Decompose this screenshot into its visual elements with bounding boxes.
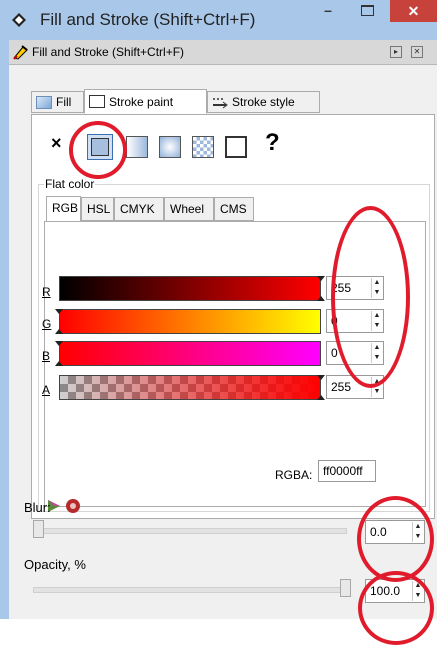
channel-g-slider[interactable] [55, 309, 321, 334]
opacity-slider-thumb[interactable] [340, 579, 351, 597]
dock-iconify-button[interactable]: ▸ [390, 46, 402, 58]
unset-paint-button[interactable]: ? [265, 129, 280, 157]
channel-b-slider[interactable] [55, 341, 321, 366]
tab-stroke-style[interactable]: Stroke style [207, 91, 320, 113]
blur-slider-thumb[interactable] [33, 520, 44, 538]
annotation-circle-blur [357, 496, 434, 582]
maximize-icon [360, 5, 374, 16]
window-title: Fill and Stroke (Shift+Ctrl+F) [40, 10, 256, 29]
channel-g-label: G [42, 317, 52, 331]
stroke-style-icon [213, 97, 228, 108]
annotation-circle-channel-values [331, 206, 410, 388]
tab-stroke-paint[interactable]: Stroke paint [84, 89, 207, 114]
blur-slider[interactable] [33, 528, 347, 534]
blur-label: Blur: [24, 500, 51, 515]
slider-marker-bottom [55, 329, 63, 334]
dock-close-button[interactable]: ✕ [411, 46, 423, 58]
stroke-paint-icon [89, 95, 105, 108]
slider-marker-bottom [317, 296, 325, 301]
opacity-slider[interactable] [33, 587, 347, 593]
flat-color-legend: Flat color [44, 177, 96, 191]
slider-marker-top [55, 309, 63, 314]
maximize-button[interactable] [352, 0, 382, 22]
window-frame: Fill and Stroke (Shift+Ctrl+F) – ✕ Fill … [0, 0, 437, 645]
channel-b-label: B [42, 349, 51, 363]
tab-stroke-paint-label: Stroke paint [109, 94, 174, 109]
minimize-button[interactable]: – [313, 0, 343, 22]
tab-cmyk[interactable]: CMYK [114, 197, 164, 221]
channel-r-slider[interactable] [59, 276, 325, 301]
channel-a-label: A [42, 383, 51, 397]
rgba-label: RGBA: [275, 468, 313, 482]
tab-rgb[interactable]: RGB [46, 196, 81, 222]
tab-stroke-style-label: Stroke style [232, 95, 295, 109]
slider-marker-top [317, 276, 325, 281]
tab-hsl[interactable]: HSL [81, 197, 114, 221]
rgba-input[interactable]: ff0000ff [318, 460, 376, 482]
channel-a-value: 255 [331, 380, 352, 394]
inkscape-app-icon [12, 13, 26, 27]
tab-fill-label: Fill [56, 95, 72, 109]
annotation-circle-opacity [358, 571, 434, 645]
close-button[interactable]: ✕ [390, 0, 437, 22]
slider-marker-top [55, 341, 63, 346]
slider-marker-bottom [317, 395, 325, 400]
slider-marker-top [317, 375, 325, 380]
swatch-button[interactable] [225, 136, 247, 158]
tab-wheel[interactable]: Wheel [164, 197, 214, 221]
tab-fill[interactable]: Fill [31, 91, 84, 113]
tab-cms[interactable]: CMS [214, 197, 254, 221]
opacity-label: Opacity, % [24, 557, 86, 572]
channel-a-slider[interactable] [59, 375, 325, 400]
fill-stroke-icon [13, 45, 28, 60]
dock-title: Fill and Stroke (Shift+Ctrl+F) [32, 45, 185, 59]
title-bar[interactable]: Fill and Stroke (Shift+Ctrl+F) – ✕ [0, 0, 437, 40]
linear-gradient-button[interactable] [126, 136, 148, 158]
out-of-gamut-icon [66, 499, 80, 513]
slider-marker-bottom [55, 361, 63, 366]
no-paint-button[interactable]: × [51, 133, 62, 154]
annotation-circle-flat-color [69, 121, 127, 179]
fill-icon [36, 95, 52, 109]
pattern-button[interactable] [192, 136, 214, 158]
channel-r-label: R [42, 285, 51, 299]
dock-header: Fill and Stroke (Shift+Ctrl+F) ▸ ✕ [9, 40, 437, 65]
radial-gradient-button[interactable] [159, 136, 181, 158]
channel-b-value: 0 [331, 346, 338, 360]
